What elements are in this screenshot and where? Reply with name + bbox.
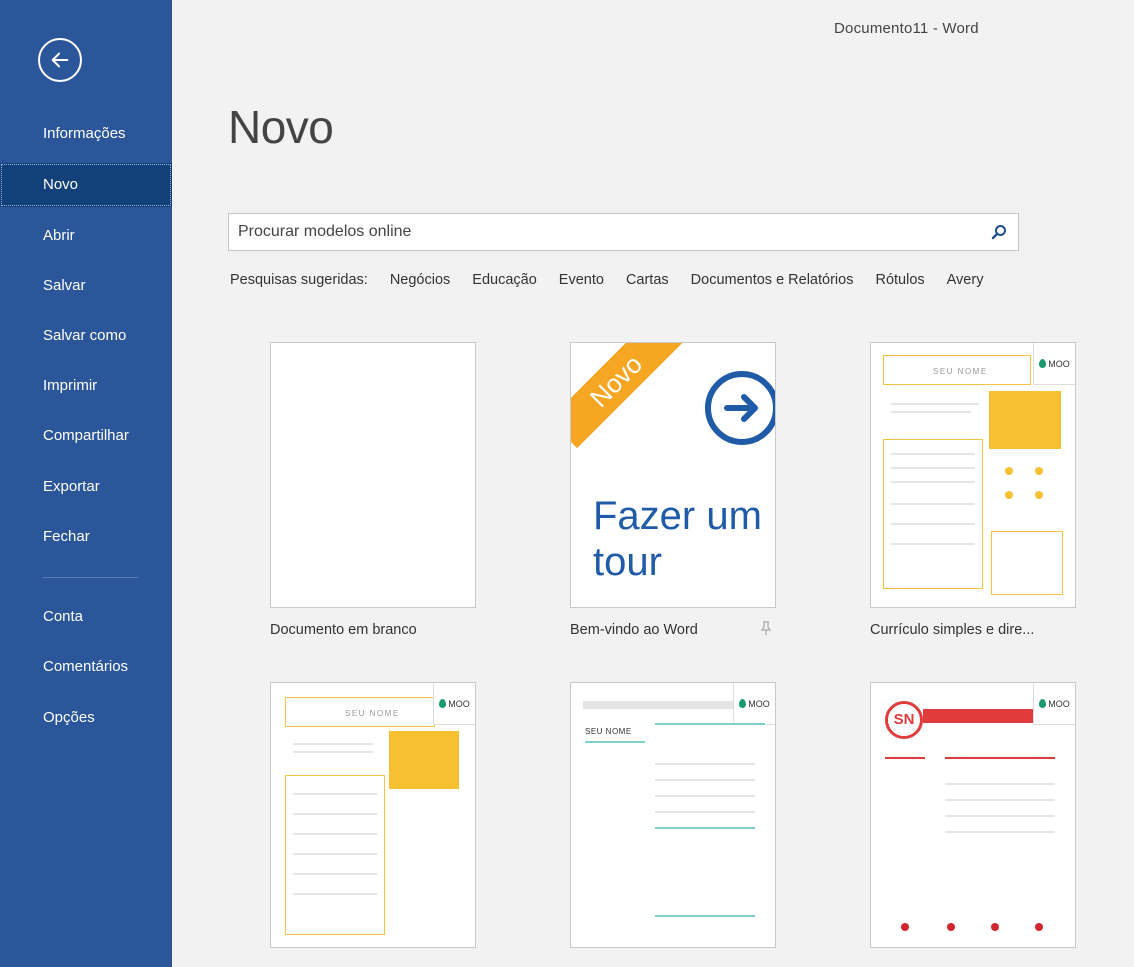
resume-highlight-box	[989, 391, 1061, 449]
sidebar-item-fechar[interactable]: Fechar	[0, 515, 172, 559]
sidebar-item-comentarios[interactable]: Comentários	[0, 645, 172, 689]
sidebar-item-exportar[interactable]: Exportar	[0, 465, 172, 509]
letter-contact-box	[389, 731, 459, 789]
initials-badge: SN	[885, 701, 923, 739]
teal-rule	[585, 741, 645, 743]
template-caption: Currículo simples e dire...	[870, 622, 1035, 638]
resume-volunteer-box	[991, 531, 1063, 595]
suggested-searches-label: Pesquisas sugeridas:	[230, 272, 368, 288]
moo-logo: MOO	[433, 683, 475, 725]
suggested-searches: Pesquisas sugeridas: Negócios Educação E…	[230, 272, 1005, 288]
tour-text: Fazer um tour	[593, 494, 762, 584]
resume-name: SEU NOME	[933, 367, 988, 376]
sidebar-item-novo[interactable]: Novo	[0, 163, 172, 207]
teal-rule	[655, 915, 755, 917]
template-caption: Documento em branco	[270, 622, 417, 638]
text-line	[293, 853, 377, 855]
window-title: Documento11 - Word	[834, 20, 979, 37]
contact-dot	[991, 923, 999, 931]
back-arrow-icon	[51, 52, 69, 68]
resume-experience-box	[883, 439, 983, 589]
search-button[interactable]	[980, 214, 1018, 250]
sidebar-item-conta[interactable]: Conta	[0, 595, 172, 639]
teal-rule	[655, 723, 765, 725]
text-line	[891, 543, 975, 545]
sidebar-item-informacoes[interactable]: Informações	[0, 112, 172, 156]
text-line	[293, 751, 373, 753]
letter-body-box	[285, 775, 385, 935]
moo-logo: MOO	[1033, 683, 1075, 725]
contact-dot	[901, 923, 909, 931]
text-line	[891, 503, 975, 505]
template-cover-letter-yellow[interactable]: SEU NOME MOO	[270, 682, 476, 948]
sidebar-item-compartilhar[interactable]: Compartilhar	[0, 414, 172, 458]
search-input[interactable]	[229, 214, 980, 250]
text-line	[655, 811, 755, 813]
text-line	[655, 779, 755, 781]
moo-logo: MOO	[1033, 343, 1075, 385]
letter-name: SEU NOME	[345, 709, 400, 718]
contact-dot	[947, 923, 955, 931]
text-line	[655, 763, 755, 765]
suggested-link-cartas[interactable]: Cartas	[626, 272, 669, 288]
text-line	[293, 893, 377, 895]
pin-icon[interactable]	[760, 621, 772, 635]
pattern-header	[583, 701, 733, 709]
red-banner	[923, 709, 1043, 723]
template-search-box	[228, 213, 1019, 251]
suggested-link-rotulos[interactable]: Rótulos	[875, 272, 924, 288]
text-line	[293, 833, 377, 835]
text-line	[945, 831, 1055, 833]
sidebar-item-abrir[interactable]: Abrir	[0, 214, 172, 258]
text-line	[945, 783, 1055, 785]
sidebar-item-salvar[interactable]: Salvar	[0, 264, 172, 308]
text-line	[293, 793, 377, 795]
teal-rule	[655, 827, 755, 829]
contact-dot	[1035, 467, 1043, 475]
text-line	[891, 411, 971, 413]
text-line	[293, 813, 377, 815]
backstage-sidebar: Informações Novo Abrir Salvar Salvar com…	[0, 0, 172, 967]
template-cover-letter-teal[interactable]: MOO SEU NOME	[570, 682, 776, 948]
text-line	[945, 799, 1055, 801]
template-caption: Bem-vindo ao Word	[570, 622, 698, 638]
template-resume-simple[interactable]: SEU NOME MOO	[870, 342, 1076, 608]
suggested-link-educacao[interactable]: Educação	[472, 272, 537, 288]
suggested-link-negocios[interactable]: Negócios	[390, 272, 450, 288]
text-line	[655, 795, 755, 797]
sidebar-divider	[43, 577, 138, 578]
suggested-link-evento[interactable]: Evento	[559, 272, 604, 288]
search-icon	[991, 225, 1006, 240]
template-welcome-tour[interactable]: Novo Fazer um tour	[570, 342, 776, 608]
contact-dot	[1035, 491, 1043, 499]
contact-dot	[1035, 923, 1043, 931]
text-line	[891, 403, 979, 405]
text-line	[891, 481, 975, 483]
text-line	[891, 453, 975, 455]
suggested-link-avery[interactable]: Avery	[947, 272, 984, 288]
sidebar-item-salvar-como[interactable]: Salvar como	[0, 314, 172, 358]
page-title: Novo	[228, 101, 334, 153]
text-line	[293, 873, 377, 875]
text-line	[891, 523, 975, 525]
new-banner: Novo	[571, 343, 684, 449]
template-blank-document[interactable]	[270, 342, 476, 608]
template-cover-letter-red[interactable]: SN MOO	[870, 682, 1076, 948]
back-button[interactable]	[38, 38, 82, 82]
contact-dot	[1005, 491, 1013, 499]
moo-logo: MOO	[733, 683, 775, 725]
red-rule	[945, 757, 1055, 759]
text-line	[945, 815, 1055, 817]
sidebar-item-opcoes[interactable]: Opções	[0, 696, 172, 740]
sidebar-item-imprimir[interactable]: Imprimir	[0, 364, 172, 408]
letter-name: SEU NOME	[585, 727, 632, 736]
suggested-link-documentos-relatorios[interactable]: Documentos e Relatórios	[691, 272, 854, 288]
text-line	[891, 467, 975, 469]
contact-dot	[1005, 467, 1013, 475]
tour-arrow-icon	[705, 371, 775, 445]
red-rule	[885, 757, 925, 759]
text-line	[293, 743, 373, 745]
